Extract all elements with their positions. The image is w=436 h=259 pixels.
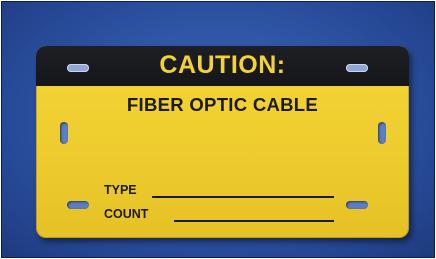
slot-bottom-left [67, 201, 89, 209]
slot-top-right [346, 64, 368, 72]
type-field-line [152, 196, 334, 198]
cable-marker-tag: CAUTION: FIBER OPTIC CABLE TYPE COUNT [36, 46, 409, 238]
count-field-label: COUNT [104, 207, 149, 221]
type-field-label: TYPE [104, 183, 137, 197]
photo-frame: CAUTION: FIBER OPTIC CABLE TYPE COUNT [1, 1, 435, 258]
slot-bottom-right [346, 201, 368, 209]
slot-top-left [67, 64, 89, 72]
slot-middle-left [60, 122, 68, 144]
count-field-line [174, 220, 334, 222]
slot-middle-right [378, 122, 386, 144]
tag-subtitle: FIBER OPTIC CABLE [126, 94, 319, 115]
